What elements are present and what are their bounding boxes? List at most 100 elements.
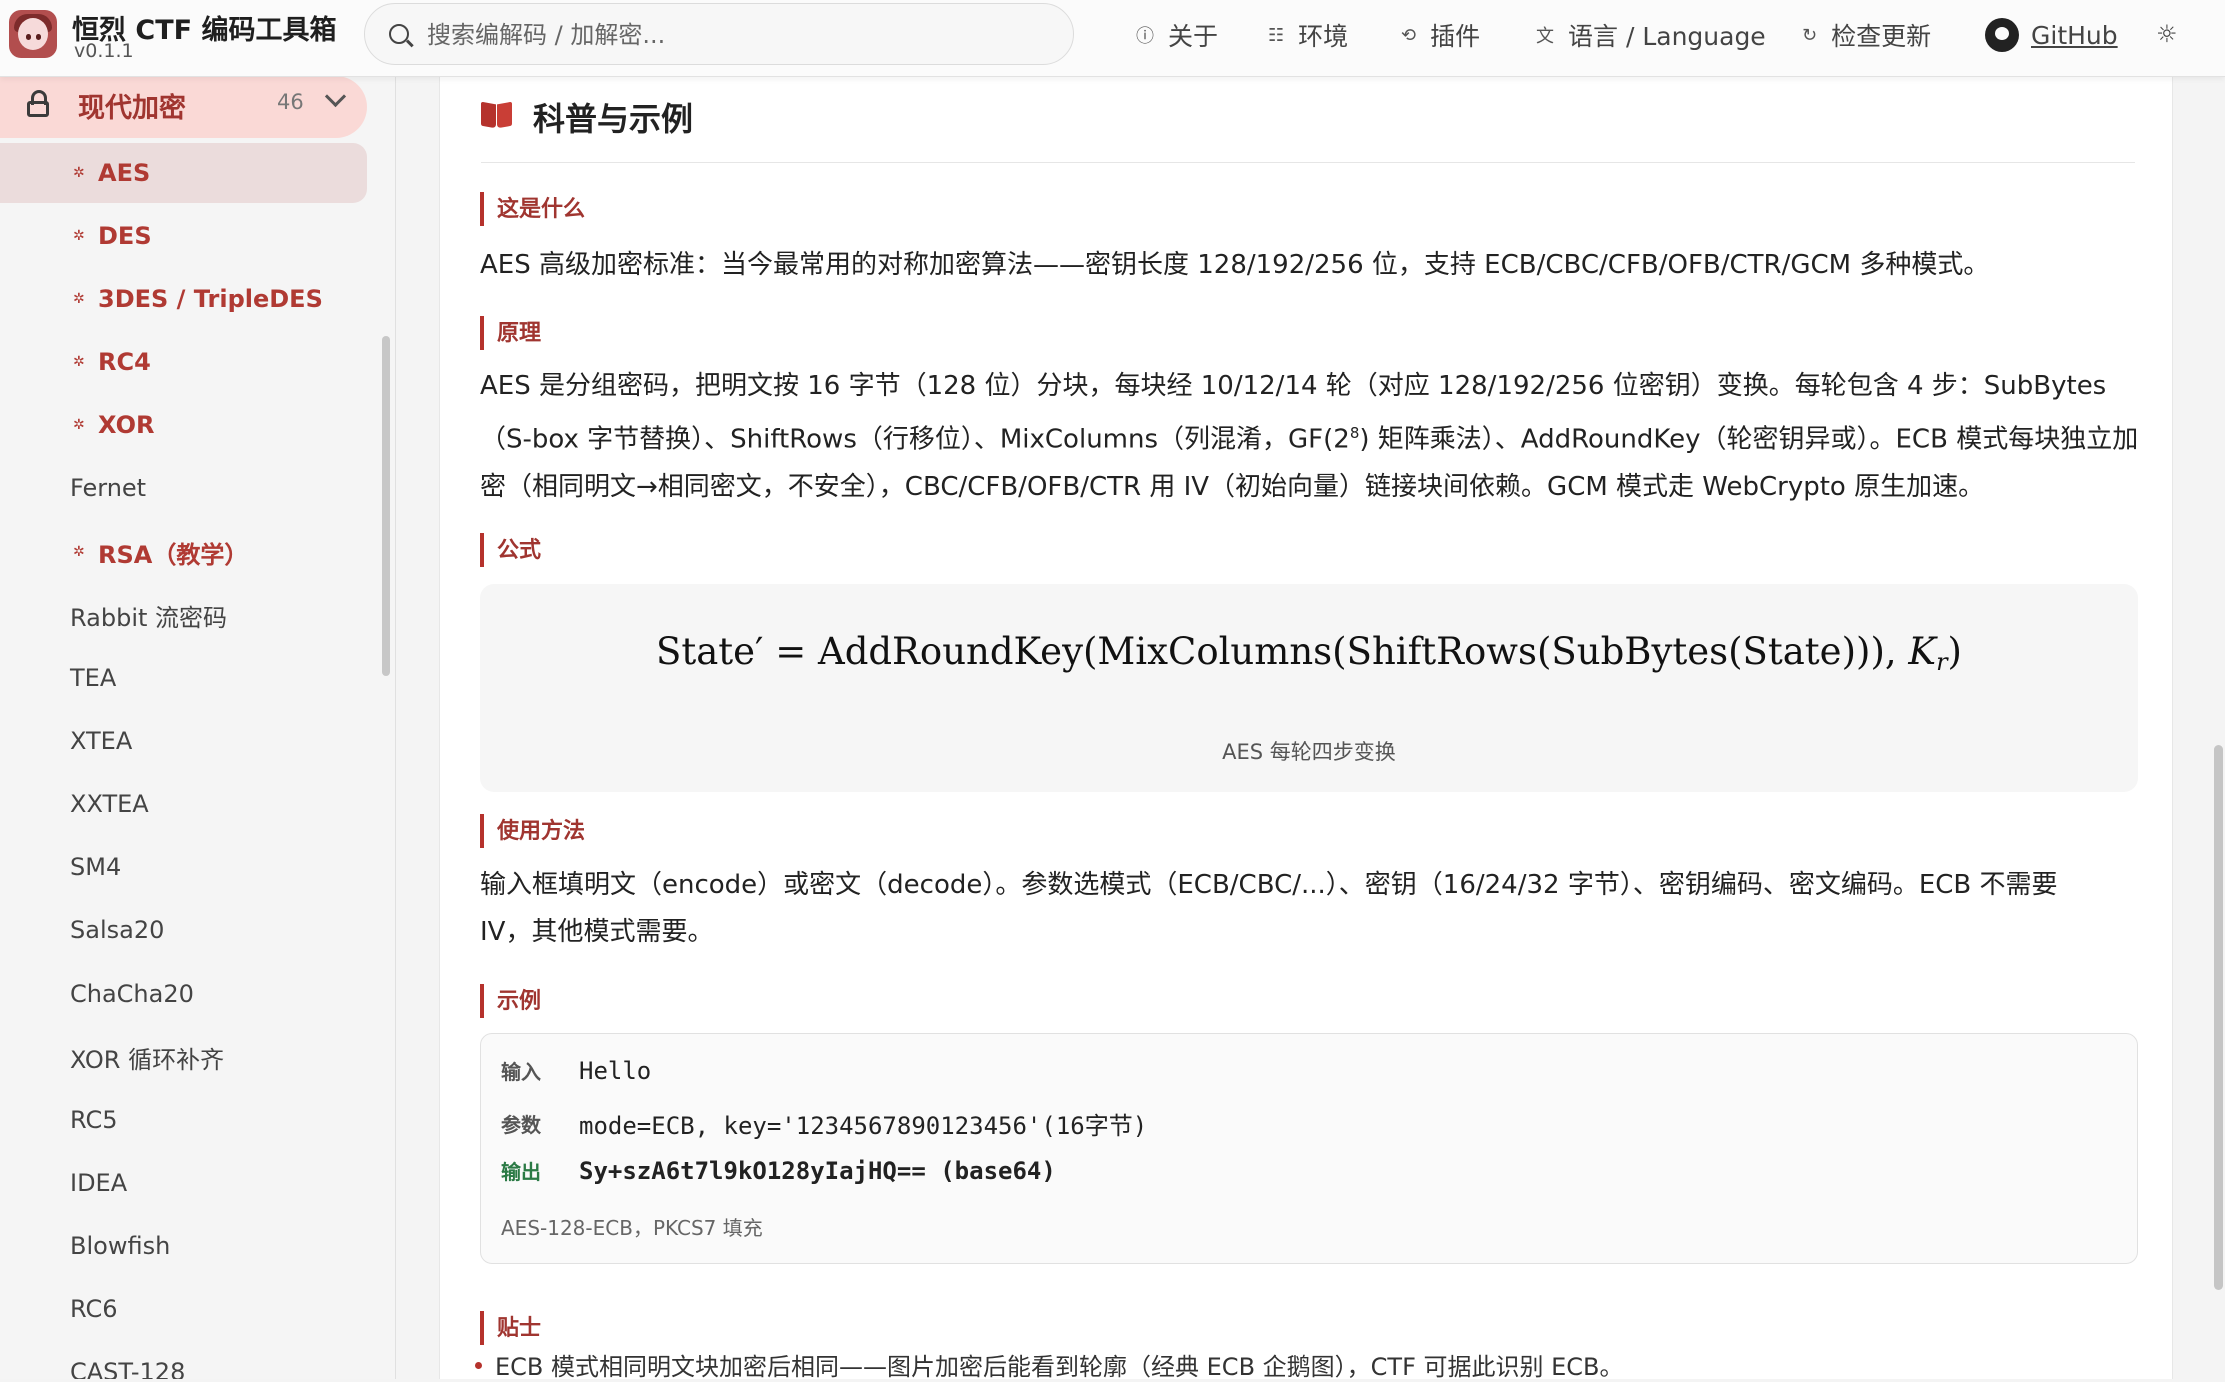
sidebar-item-3des[interactable]: ✲ 3DES / TripleDES [0, 269, 367, 329]
example-output-value: Sy+szA6t7l9kO128yIajHQ== (base64) [579, 1156, 1056, 1185]
sidebar-item-rc4[interactable]: ✲ RC4 [0, 332, 367, 392]
logo-eye-left [26, 34, 31, 40]
sidebar-item-xxtea[interactable]: XXTEA [0, 774, 367, 834]
example-params-row: 参数 mode=ECB, key='1234567890123456'(16字节… [501, 1106, 1147, 1141]
sidebar-item-salsa20[interactable]: Salsa20 [0, 900, 367, 960]
sidebar-item-label: Salsa20 [70, 916, 165, 944]
example-note: AES-128-ECB，PKCS7 填充 [501, 1216, 763, 1240]
sidebar-item-xor[interactable]: ✲ XOR [0, 395, 367, 455]
sidebar-item-label: RC4 [98, 348, 151, 376]
sidebar-item-sm4[interactable]: SM4 [0, 837, 367, 897]
sidebar-item-tea[interactable]: TEA [0, 648, 367, 708]
translate-icon: 文 [1536, 26, 1554, 47]
info-icon: ⓘ [1136, 26, 1154, 47]
example-input-row: 输入 Hello [501, 1056, 651, 1085]
principle-superscript: 8 [1349, 424, 1360, 442]
sidebar-item-label: RC5 [70, 1106, 118, 1134]
search-icon [389, 24, 409, 44]
sidebar-item-label: XOR 循环补齐 [70, 1045, 225, 1074]
sidebar-item-chacha20[interactable]: ChaCha20 [0, 964, 367, 1024]
formula-k-sub: r [1936, 648, 1948, 676]
sidebar-item-label: ChaCha20 [70, 980, 194, 1008]
logo-eye-right [36, 34, 41, 40]
fire-icon: ✲ [73, 291, 85, 307]
nav-github[interactable]: GitHub [1985, 18, 2118, 52]
sidebar-item-label: XOR [98, 411, 155, 439]
example-box: 输入 Hello 参数 mode=ECB, key='1234567890123… [480, 1033, 2138, 1264]
main-content: 科普与示例 这是什么 AES 高级加密标准：当今最常用的对称加密算法——密钥长度… [395, 76, 2225, 1381]
chevron-down-icon[interactable] [324, 85, 347, 108]
plug-icon: ⟲ [1401, 24, 1417, 46]
search-box[interactable] [364, 3, 1074, 65]
sidebar-scrollbar[interactable] [382, 336, 390, 676]
heading-tips: 贴士 [480, 1311, 541, 1345]
nav-language-label: 语言 / Language [1568, 22, 1766, 51]
example-input-label: 输入 [501, 1060, 541, 1084]
nav-check-update-label: 检查更新 [1831, 22, 1932, 51]
sidebar-item-label: 3DES / TripleDES [98, 285, 323, 313]
sidebar-group-label: 现代加密 [78, 93, 186, 124]
sidebar-item-des[interactable]: ✲ DES [0, 206, 367, 266]
sidebar-item-rc5[interactable]: RC5 [0, 1090, 367, 1150]
sidebar-item-label: TEA [70, 664, 117, 692]
formula-lhs: State′ = [656, 630, 818, 673]
fire-icon: ✲ [73, 544, 85, 560]
fire-icon: ✲ [73, 165, 85, 181]
divider [481, 162, 2135, 163]
heading-example: 示例 [480, 984, 541, 1018]
search-input[interactable] [425, 16, 1049, 54]
sidebar-item-label: SM4 [70, 853, 122, 881]
example-output-label: 输出 [501, 1160, 541, 1184]
sun-icon[interactable]: ☼ [2156, 20, 2178, 48]
nav-environment-label: 环境 [1298, 22, 1349, 51]
nav-github-label: GitHub [2031, 20, 2118, 50]
example-input-value: Hello [579, 1056, 652, 1085]
github-icon [1985, 18, 2019, 52]
sidebar-item-idea[interactable]: IDEA [0, 1153, 367, 1213]
example-output-row: 输出 Sy+szA6t7l9kO128yIajHQ== (base64) [501, 1156, 1056, 1185]
bullet-dot [475, 1362, 482, 1369]
sidebar-item-label: CAST-128 [70, 1358, 186, 1379]
sidebar-item-rc6[interactable]: RC6 [0, 1279, 367, 1339]
nav-check-update[interactable]: ↻ 检查更新 [1802, 18, 1931, 52]
sidebar-item-label: Blowfish [70, 1232, 171, 1260]
sidebar-item-xtea[interactable]: XTEA [0, 711, 367, 771]
sidebar-item-blowfish[interactable]: Blowfish [0, 1216, 367, 1276]
sidebar-item-cast128[interactable]: CAST-128 [0, 1342, 367, 1379]
sidebar-item-label: RSA（教学） [98, 540, 249, 569]
sidebar-item-label: AES [98, 159, 151, 187]
app-logo[interactable] [9, 10, 57, 58]
app-version: v0.1.1 [74, 40, 134, 62]
tip-text: ECB 模式相同明文块加密后相同——图片加密后能看到轮廓（经典 ECB 企鹅图）… [495, 1353, 1624, 1381]
sidebar-item-label: Fernet [70, 474, 147, 502]
heading-formula: 公式 [480, 533, 541, 567]
book-icon [481, 101, 513, 133]
nav-about[interactable]: ⓘ 关于 [1136, 18, 1218, 52]
fire-icon: ✲ [73, 417, 85, 433]
refresh-icon: ↻ [1802, 24, 1818, 46]
sidebar-item-xor-cycle[interactable]: XOR 循环补齐 [0, 1027, 367, 1087]
sidebar-group-count: 46 [277, 90, 304, 114]
formula-k: K [1908, 630, 1937, 673]
nav-plugins[interactable]: ⟲ 插件 [1401, 18, 1480, 52]
what-text: AES 高级加密标准：当今最常用的对称加密算法——密钥长度 128/192/25… [480, 250, 1990, 280]
sidebar-item-label: XXTEA [70, 790, 149, 818]
sidebar-item-fernet[interactable]: Fernet [0, 458, 367, 518]
sidebar-item-aes[interactable]: ✲ AES [0, 143, 367, 203]
formula-box: State′ = AddRoundKey(MixColumns(ShiftRow… [480, 584, 2138, 792]
heading-usage: 使用方法 [480, 814, 585, 848]
section-title: 科普与示例 [533, 100, 694, 138]
formula-close: ) [1947, 630, 1962, 673]
nav-plugins-label: 插件 [1430, 22, 1481, 51]
main-scrollbar[interactable] [2214, 745, 2223, 1290]
formula-body: AddRoundKey(MixColumns(ShiftRows(SubByte… [817, 630, 1909, 673]
sidebar-item-label: RC6 [70, 1295, 118, 1323]
sidebar-group-modern-crypto[interactable]: 现代加密 46 [0, 76, 367, 138]
nav-language[interactable]: 文 语言 / Language [1536, 18, 1766, 52]
sidebar-item-rsa[interactable]: ✲ RSA（教学） [0, 522, 367, 582]
sidebar-item-label: IDEA [70, 1169, 128, 1197]
sidebar-item-rabbit[interactable]: Rabbit 流密码 [0, 585, 367, 645]
top-bar: 恒烈 CTF 编码工具箱 v0.1.1 ⓘ 关于 ☷ 环境 ⟲ 插件 文 语言 … [0, 0, 2225, 77]
nav-environment[interactable]: ☷ 环境 [1268, 18, 1348, 52]
sidebar-item-label: Rabbit 流密码 [70, 603, 228, 632]
